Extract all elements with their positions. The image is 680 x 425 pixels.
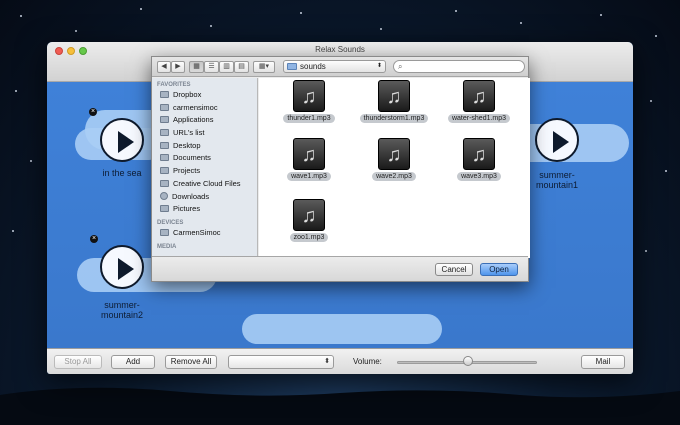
- sidebar-item-home[interactable]: carmensimoc: [152, 102, 257, 115]
- open-file-dialog: ◀ ▶ ▦ ☰ ▥ ▤ ▦▾ sounds ⬍ ⌕ FAVORITES Drop…: [151, 56, 530, 282]
- column-view-icon[interactable]: ▥: [219, 61, 234, 73]
- path-popup[interactable]: sounds ⬍: [283, 60, 386, 73]
- sidebar-item-creative-cloud[interactable]: Creative Cloud Files: [152, 178, 257, 191]
- desktop-icon: [160, 141, 169, 149]
- file-item[interactable]: ♫ wave3.mp3: [443, 138, 515, 181]
- window-title: Relax Sounds: [315, 45, 365, 54]
- folder-icon: [160, 91, 169, 98]
- popup-arrows-icon: ⬍: [324, 358, 330, 365]
- remove-all-button[interactable]: Remove All: [165, 355, 217, 369]
- file-browser: ♫ thunder1.mp3 ♫ thunderstorm1.mp3 ♫ wat…: [259, 78, 530, 258]
- play-icon[interactable]: [100, 118, 144, 162]
- remove-sound-icon[interactable]: ×: [89, 108, 97, 116]
- back-icon[interactable]: ◀: [157, 61, 171, 73]
- search-icon: ⌕: [398, 62, 403, 71]
- music-file-icon: ♫: [293, 199, 325, 231]
- open-button[interactable]: Open: [480, 263, 518, 276]
- forward-icon[interactable]: ▶: [171, 61, 185, 73]
- dialog-toolbar: ◀ ▶ ▦ ☰ ▥ ▤ ▦▾ sounds ⬍ ⌕: [152, 57, 528, 77]
- music-file-icon: ♫: [293, 80, 325, 112]
- file-item[interactable]: ♫ water-shed1.mp3: [443, 80, 515, 123]
- sidebar-section-media: MEDIA: [157, 243, 177, 250]
- sidebar-section-favorites: FAVORITES: [157, 82, 191, 88]
- sound-select-popup[interactable]: ⬍: [228, 355, 334, 369]
- folder-icon: [287, 63, 297, 70]
- music-file-icon: ♫: [378, 80, 410, 112]
- sidebar-item-carmensimoc[interactable]: CarmenSimoc: [152, 227, 257, 240]
- cloud-decoration: [242, 314, 442, 344]
- bottom-toolbar: Stop All Add Remove All ⬍ Volume: Mail: [47, 348, 633, 374]
- stop-all-button[interactable]: Stop All: [54, 355, 102, 369]
- sound-label: in the sea: [102, 168, 142, 178]
- volume-slider-knob[interactable]: [463, 356, 473, 366]
- mail-button[interactable]: Mail: [581, 355, 625, 369]
- folder-icon: [160, 167, 169, 175]
- search-input[interactable]: ⌕: [393, 60, 525, 73]
- list-view-icon[interactable]: ☰: [204, 61, 219, 73]
- music-file-icon: ♫: [378, 138, 410, 170]
- sidebar-item-dropbox[interactable]: Dropbox: [152, 89, 257, 102]
- dialog-footer: Cancel Open: [152, 256, 528, 281]
- applications-icon: [160, 116, 169, 124]
- volume-label: Volume:: [353, 357, 382, 366]
- sound-item: summer- mountain2: [92, 245, 152, 320]
- file-name: water-shed1.mp3: [447, 114, 511, 123]
- folder-icon: [160, 179, 169, 187]
- documents-icon: [160, 154, 169, 162]
- file-name: wave1.mp3: [287, 172, 331, 181]
- arrange-menu-icon[interactable]: ▦▾: [253, 61, 275, 73]
- grass-silhouette: [0, 387, 680, 425]
- file-item[interactable]: ♫ wave2.mp3: [358, 138, 430, 181]
- home-icon: [160, 103, 169, 111]
- remove-sound-icon[interactable]: ×: [90, 235, 98, 243]
- music-file-icon: ♫: [463, 138, 495, 170]
- file-name: wave3.mp3: [457, 172, 501, 181]
- pictures-icon: [160, 205, 169, 213]
- file-item[interactable]: ♫ wave1.mp3: [273, 138, 345, 181]
- play-icon[interactable]: [535, 118, 579, 162]
- file-item[interactable]: ♫ thunder1.mp3: [273, 80, 345, 123]
- file-name: zoo1.mp3: [289, 233, 329, 242]
- sidebar-item-documents[interactable]: Documents: [152, 152, 257, 165]
- music-file-icon: ♫: [463, 80, 495, 112]
- file-item[interactable]: ♫ zoo1.mp3: [273, 199, 345, 242]
- computer-icon: [160, 228, 169, 236]
- sound-item: in the sea: [95, 118, 149, 178]
- path-label: sounds: [300, 62, 326, 71]
- sound-label: summer- mountain1: [535, 170, 579, 190]
- sidebar-item-pictures[interactable]: Pictures: [152, 203, 257, 216]
- play-icon[interactable]: [100, 245, 144, 289]
- icon-view-icon[interactable]: ▦: [189, 61, 204, 73]
- dialog-sidebar: FAVORITES Dropbox carmensimoc Applicatio…: [152, 78, 258, 258]
- folder-icon: [160, 129, 169, 137]
- sidebar-item-downloads[interactable]: Downloads: [152, 191, 257, 204]
- sidebar-item-desktop[interactable]: Desktop: [152, 140, 257, 153]
- downloads-icon: [160, 191, 168, 200]
- coverflow-view-icon[interactable]: ▤: [234, 61, 249, 73]
- sidebar-item-urls-list[interactable]: URL's list: [152, 127, 257, 140]
- file-name: wave2.mp3: [372, 172, 416, 181]
- file-name: thunder1.mp3: [283, 114, 335, 123]
- sidebar-item-applications[interactable]: Applications: [152, 114, 257, 127]
- file-item[interactable]: ♫ thunderstorm1.mp3: [358, 80, 430, 123]
- sidebar-section-devices: DEVICES: [157, 219, 184, 226]
- popup-arrows-icon: ⬍: [376, 63, 382, 69]
- cancel-button[interactable]: Cancel: [435, 263, 473, 276]
- add-button[interactable]: Add: [111, 355, 155, 369]
- sound-item: summer- mountain1: [525, 118, 589, 190]
- sidebar-item-projects[interactable]: Projects: [152, 165, 257, 178]
- music-file-icon: ♫: [293, 138, 325, 170]
- file-name: thunderstorm1.mp3: [359, 114, 429, 123]
- sound-label: summer- mountain2: [100, 300, 144, 320]
